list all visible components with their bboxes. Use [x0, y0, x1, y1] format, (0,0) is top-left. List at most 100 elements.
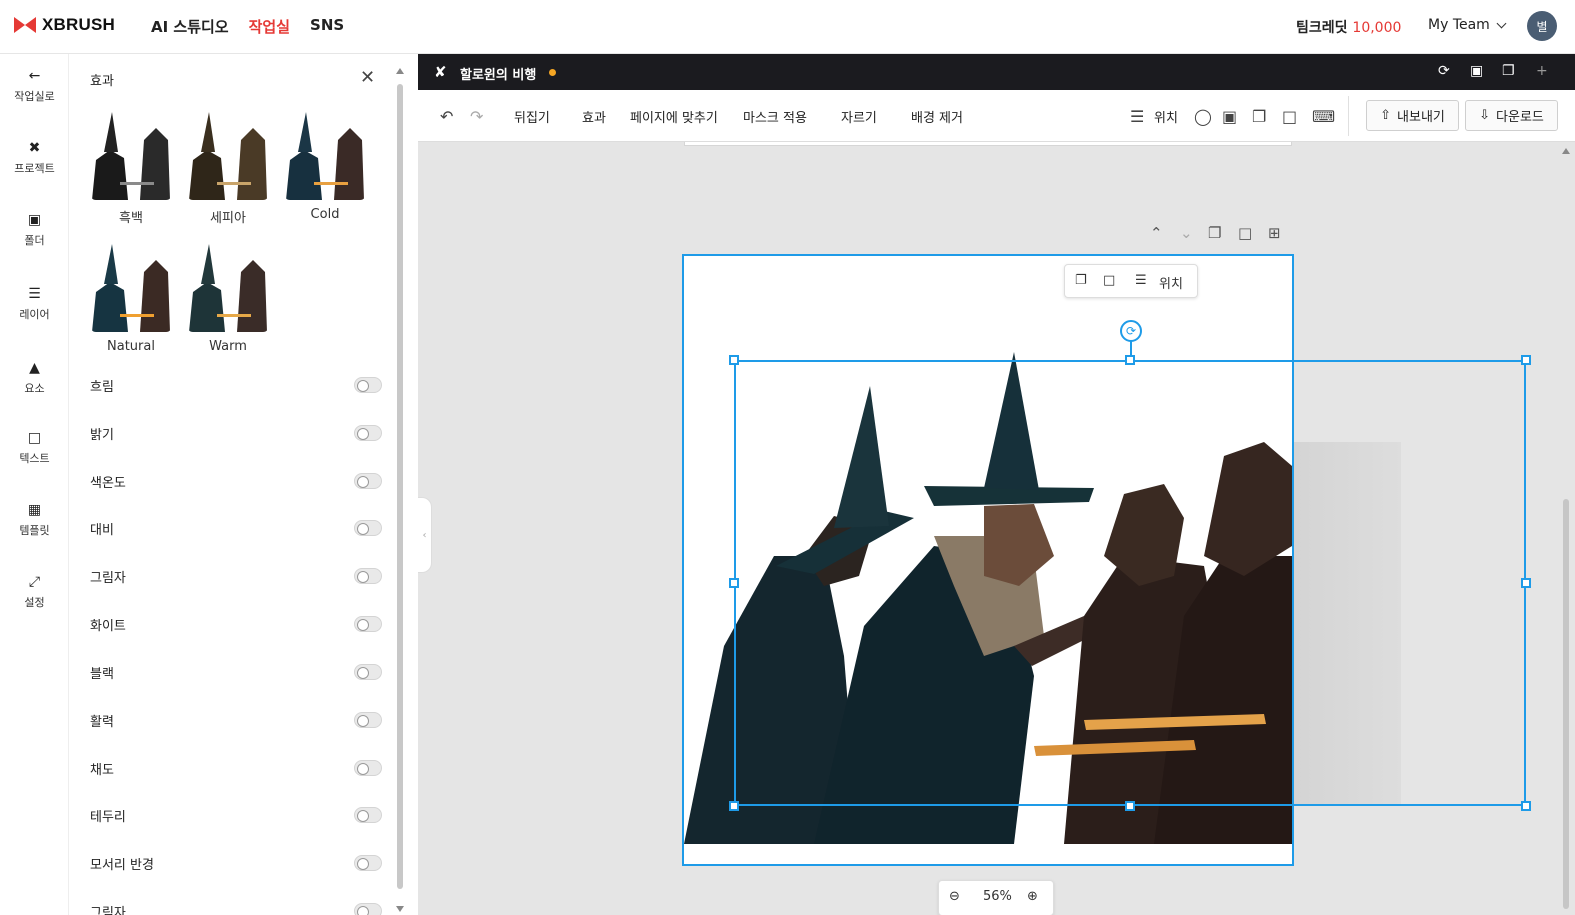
effect-toggle[interactable] [354, 664, 382, 680]
panel-collapse-handle[interactable]: ‹ [418, 497, 432, 573]
avatar[interactable]: 별 [1527, 11, 1557, 41]
position-button[interactable]: 위치 [1154, 107, 1178, 126]
trash-icon[interactable]: □ [1282, 107, 1297, 126]
rail-item-text[interactable]: □ 텍스트 [0, 430, 69, 466]
scrollbar-thumb[interactable] [1563, 499, 1569, 909]
scroll-up-icon[interactable] [396, 68, 404, 74]
project-title[interactable]: 할로윈의 비행 [460, 64, 536, 83]
effect-toggle[interactable] [354, 760, 382, 776]
scrollbar-thumb[interactable] [397, 84, 403, 889]
export-button[interactable]: ⇧ 내보내기 [1366, 100, 1459, 131]
wizard-thumbnail [284, 110, 366, 200]
remove-background-button[interactable]: 배경 제거 [911, 107, 963, 126]
wizards-image[interactable] [684, 256, 1292, 844]
effect-toggle[interactable] [354, 473, 382, 489]
rail-item-folder[interactable]: ▣ 폴더 [0, 212, 69, 248]
apply-mask-button[interactable]: 마스크 적용 [743, 107, 807, 126]
rotate-handle-icon[interactable]: ⟳ [1120, 320, 1142, 342]
undo-icon[interactable]: ↶ [440, 107, 453, 126]
rail-item-elements[interactable]: ▲ 요소 [0, 360, 69, 396]
effect-toggle[interactable] [354, 520, 382, 536]
effect-toggle[interactable] [354, 807, 382, 823]
rail-item-label: 요소 [24, 382, 45, 395]
download-label: 다운로드 [1496, 110, 1544, 125]
redo-icon[interactable]: ↷ [470, 107, 483, 126]
filter-label: Warm [209, 339, 247, 354]
add-icon[interactable]: + [1536, 63, 1548, 79]
filter-preview-image [90, 242, 172, 332]
resize-handle-bottom-left[interactable] [729, 801, 739, 811]
resize-handle-left[interactable] [729, 578, 739, 588]
resize-handle-bottom-right[interactable] [1521, 801, 1531, 811]
effect-toggle[interactable] [354, 568, 382, 584]
nav-sns[interactable]: SNS [310, 16, 344, 37]
duplicate-icon[interactable]: ❐ [1075, 273, 1087, 288]
download-button[interactable]: ⇩ 다운로드 [1465, 100, 1558, 131]
nav-ai-studio[interactable]: AI 스튜디오 [151, 16, 229, 37]
filter-thumb-natural[interactable]: Natural [90, 242, 172, 354]
effect-saturation: 채도 [90, 757, 382, 781]
nav-workroom[interactable]: 작업실 [249, 16, 290, 37]
rail-item-project[interactable]: ✖ 프로젝트 [0, 140, 69, 176]
filter-thumb-sepia[interactable]: 세피아 [187, 110, 269, 226]
position-button[interactable]: 위치 [1159, 273, 1183, 292]
rail-item-back[interactable]: ← 작업실로 [0, 68, 69, 104]
layers-icon: ☰ [1135, 273, 1147, 288]
trash-icon[interactable]: □ [1103, 273, 1115, 288]
filter-thumb-bw[interactable]: 흑백 [90, 110, 172, 226]
crop-button[interactable]: 자르기 [841, 107, 877, 126]
zoom-in-icon[interactable]: ⊕ [1027, 889, 1038, 904]
duplicate-page-icon[interactable]: ❐ [1208, 224, 1221, 242]
filter-thumb-warm[interactable]: Warm [187, 242, 269, 354]
rail-item-template[interactable]: ▦ 템플릿 [0, 502, 69, 538]
close-icon[interactable]: ✕ [360, 69, 375, 87]
fit-page-button[interactable]: 페이지에 맞추기 [630, 107, 718, 126]
filter-thumb-cold[interactable]: Cold [284, 110, 366, 222]
effect-toggle[interactable] [354, 903, 382, 915]
filter-label: Cold [310, 207, 340, 222]
rail-item-label: 템플릿 [19, 524, 50, 537]
effect-label: 그림자 [90, 571, 126, 586]
resize-handle-top[interactable] [1125, 355, 1135, 365]
canvas-scrollbar[interactable] [1560, 144, 1572, 915]
resize-handle-right[interactable] [1521, 578, 1531, 588]
effect-toggle[interactable] [354, 425, 382, 441]
effect-button[interactable]: 효과 [582, 107, 606, 126]
chevron-up-icon[interactable]: ⌃ [1150, 224, 1163, 242]
flip-button[interactable]: 뒤집기 [514, 107, 550, 126]
sync-icon[interactable]: ⟳ [1438, 63, 1450, 79]
effect-label: 색온도 [90, 476, 126, 491]
format-paint-icon[interactable]: ⌨ [1312, 107, 1335, 126]
effect-toggle[interactable] [354, 712, 382, 728]
wizards-illustration [684, 352, 1292, 844]
zoom-out-icon[interactable]: ⊖ [949, 889, 960, 904]
scroll-up-icon[interactable] [1562, 148, 1570, 154]
effect-toggle[interactable] [354, 616, 382, 632]
add-page-icon[interactable]: ⊞ [1268, 224, 1281, 242]
wizard-thumbnail [187, 110, 269, 200]
lock-icon[interactable]: ▣ [1222, 107, 1237, 126]
rail-item-layer[interactable]: ☰ 레이어 [0, 286, 69, 322]
effect-toggle[interactable] [354, 855, 382, 871]
resize-handle-top-right[interactable] [1521, 355, 1531, 365]
team-selector[interactable]: My Team [1428, 17, 1507, 33]
scroll-down-icon[interactable] [396, 906, 404, 912]
resize-handle-top-left[interactable] [729, 355, 739, 365]
resize-handle-bottom[interactable] [1125, 801, 1135, 811]
effect-shadow: 그림자 [90, 565, 382, 589]
save-icon[interactable]: ▣ [1470, 63, 1483, 79]
duplicate-icon[interactable]: ❐ [1252, 107, 1266, 126]
panel-scrollbar[interactable] [396, 64, 404, 915]
rail-item-label: 레이어 [19, 308, 50, 321]
previous-page[interactable] [684, 142, 1292, 146]
chevron-down-icon[interactable]: ⌄ [1180, 224, 1193, 242]
brand-logo[interactable]: XBRUSH [14, 15, 115, 35]
delete-page-icon[interactable]: □ [1238, 224, 1252, 242]
canvas-area[interactable]: ⌃ ⌄ ❐ □ ⊞ ❐ □ ☰ 위치 ⟳ ⊖ 56% ⊕ [418, 142, 1575, 915]
effect-contrast: 대비 [90, 517, 382, 541]
duplicate-icon[interactable]: ❐ [1502, 63, 1515, 79]
opacity-icon[interactable]: ◯ [1194, 107, 1212, 126]
rail-item-settings[interactable]: ⤢ 설정 [0, 574, 69, 610]
effect-label: 블랙 [90, 667, 114, 682]
effect-toggle[interactable] [354, 377, 382, 393]
